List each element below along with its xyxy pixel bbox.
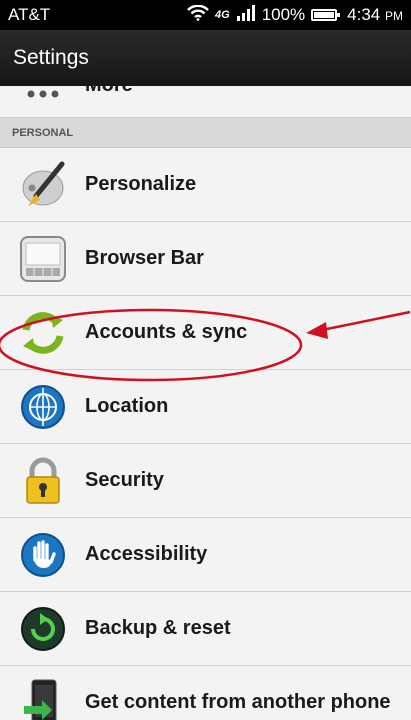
settings-item-personalize[interactable]: Personalize	[0, 148, 411, 222]
settings-item-label: Accessibility	[85, 543, 208, 565]
hand-icon	[17, 529, 69, 581]
sync-icon	[17, 307, 69, 359]
settings-item-label: Get content from another phone	[85, 691, 391, 713]
settings-item-security[interactable]: Security	[0, 444, 411, 518]
settings-item-label: Backup & reset	[85, 617, 231, 639]
app-bar: Settings	[0, 30, 411, 86]
settings-item-more[interactable]: More	[0, 86, 411, 118]
clock-ampm: PM	[385, 9, 403, 23]
settings-item-get-content[interactable]: Get content from another phone	[0, 666, 411, 720]
settings-item-label: Security	[85, 469, 164, 491]
settings-item-label: Personalize	[85, 173, 197, 195]
status-icons: 4G 100% 4:34 PM	[187, 4, 403, 26]
clock-time: 4:34	[347, 5, 381, 24]
settings-item-label: More	[85, 86, 133, 97]
wifi-icon	[187, 4, 209, 26]
settings-item-browser-bar[interactable]: Browser Bar	[0, 222, 411, 296]
backup-icon	[17, 603, 69, 655]
settings-list[interactable]: More PERSONAL Personalize Browser Bar	[0, 86, 411, 720]
more-dots-icon	[17, 86, 69, 122]
settings-item-accessibility[interactable]: Accessibility	[0, 518, 411, 592]
personalize-brush-icon	[17, 159, 69, 211]
network-type: 4G	[215, 9, 230, 21]
globe-icon	[17, 381, 69, 433]
lock-icon	[17, 455, 69, 507]
page-title: Settings	[13, 46, 89, 69]
status-bar: AT&T 4G 100% 4:34 PM	[0, 0, 411, 30]
browser-bar-icon	[17, 233, 69, 285]
settings-item-backup-reset[interactable]: Backup & reset	[0, 592, 411, 666]
battery-percent: 100%	[261, 5, 306, 24]
battery-icon	[311, 9, 341, 21]
carrier-name: AT&T	[8, 5, 51, 24]
settings-item-label: Accounts & sync	[85, 321, 248, 343]
transfer-phone-icon	[17, 677, 69, 720]
signal-icon	[236, 4, 256, 26]
settings-item-location[interactable]: Location	[0, 370, 411, 444]
settings-item-label: Browser Bar	[85, 247, 204, 269]
section-header-personal: PERSONAL	[0, 118, 411, 148]
settings-item-label: Location	[85, 395, 169, 417]
settings-item-accounts-sync[interactable]: Accounts & sync	[0, 296, 411, 370]
